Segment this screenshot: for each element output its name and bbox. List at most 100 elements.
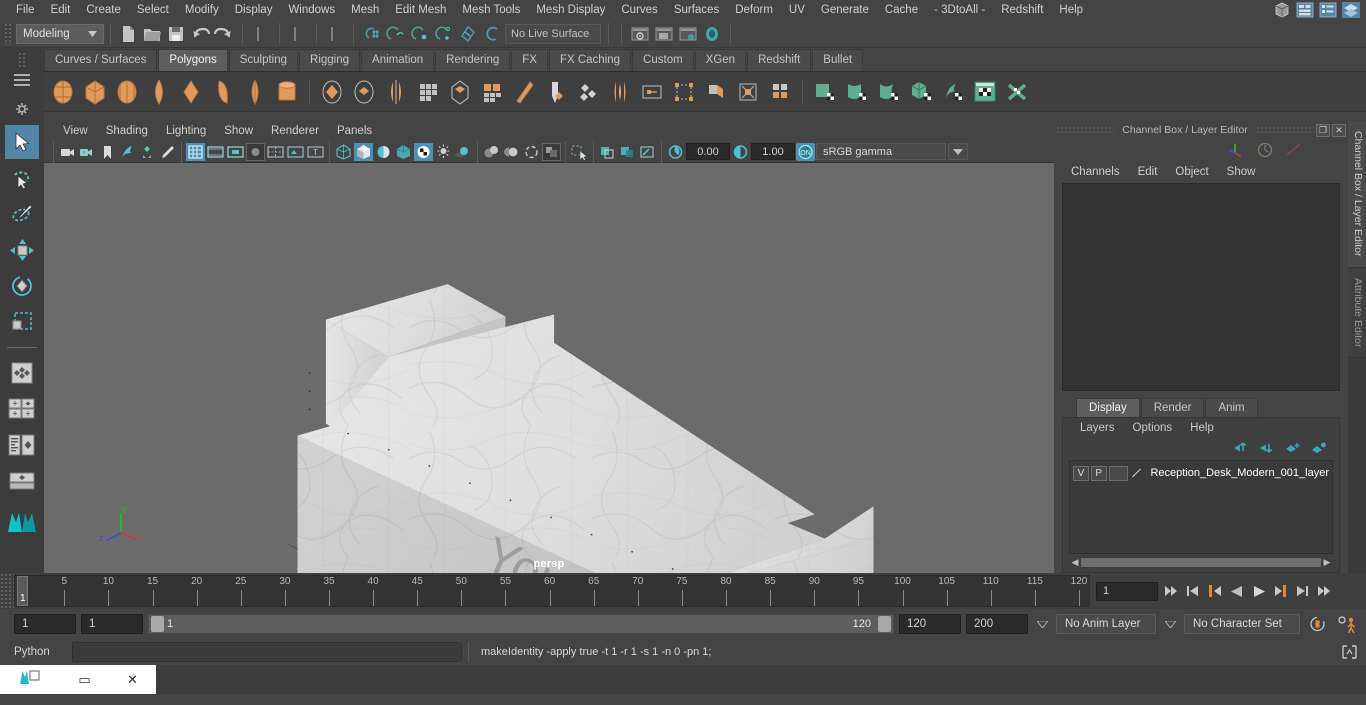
poly-plane-icon[interactable] bbox=[208, 76, 238, 108]
snap-to-grid-icon[interactable] bbox=[361, 23, 383, 45]
snap-to-curve-icon[interactable] bbox=[385, 23, 407, 45]
current-time-indicator[interactable]: 1 bbox=[17, 576, 28, 606]
vtab-attribute-editor[interactable]: Attribute Editor bbox=[1348, 267, 1366, 358]
range-left-handle[interactable] bbox=[151, 616, 164, 632]
menu-modify[interactable]: Modify bbox=[177, 0, 227, 20]
menu-generate[interactable]: Generate bbox=[813, 0, 877, 20]
layer-name[interactable]: Reception_Desk_Modern_001_layer bbox=[1145, 467, 1329, 479]
motion-blur-icon[interactable] bbox=[502, 143, 521, 161]
shelf-tab-redshift[interactable]: Redshift bbox=[747, 49, 812, 71]
safe-action-icon[interactable] bbox=[286, 143, 305, 161]
gamma-icon[interactable] bbox=[731, 143, 750, 161]
scroll-thumb[interactable] bbox=[1081, 557, 1321, 567]
step-back-keyframe-icon[interactable] bbox=[1183, 582, 1202, 601]
time-slider-grip[interactable] bbox=[0, 573, 14, 609]
viewport-menu-renderer[interactable]: Renderer bbox=[262, 125, 328, 137]
snap-to-view-plane-icon[interactable] bbox=[457, 23, 479, 45]
render-settings-icon[interactable] bbox=[677, 23, 699, 45]
move-layer-up-icon[interactable] bbox=[1233, 441, 1249, 455]
image-plane-icon[interactable] bbox=[118, 143, 137, 161]
statusbar-grip[interactable] bbox=[4, 22, 12, 45]
new-scene-icon[interactable] bbox=[117, 23, 139, 45]
character-set-dropdown-arrow[interactable] bbox=[1161, 614, 1179, 634]
field-chart-icon[interactable] bbox=[266, 143, 285, 161]
vtab-channel-box-layer-editor[interactable]: Channel Box / Layer Editor bbox=[1348, 121, 1366, 268]
viewport-menu-panels[interactable]: Panels bbox=[328, 125, 381, 137]
character-set-combo[interactable]: No Character Set bbox=[1184, 614, 1300, 634]
play-forwards-icon[interactable] bbox=[1249, 582, 1268, 601]
layer-menu-help[interactable]: Help bbox=[1181, 422, 1223, 434]
smooth-shade-icon[interactable] bbox=[354, 142, 373, 161]
shelf-menu-icon[interactable] bbox=[14, 74, 30, 86]
menu-surfaces[interactable]: Surfaces bbox=[666, 0, 727, 20]
depth-of-field-icon[interactable] bbox=[542, 142, 561, 161]
menu-redshift[interactable]: Redshift bbox=[993, 0, 1051, 20]
poly-pipe-icon[interactable] bbox=[272, 76, 302, 108]
xray-active-components-icon[interactable] bbox=[638, 143, 657, 161]
safe-title-icon[interactable]: T bbox=[306, 143, 325, 161]
current-frame-field[interactable]: 1 bbox=[1096, 581, 1158, 601]
poly-offset-edge-loop-icon[interactable] bbox=[701, 76, 731, 108]
uv-planar-icon[interactable] bbox=[810, 76, 840, 108]
poly-bevel-icon[interactable] bbox=[477, 76, 507, 108]
gate-mask-icon[interactable] bbox=[246, 142, 265, 161]
make-live-icon[interactable] bbox=[481, 23, 503, 45]
attribute-editor-icon[interactable] bbox=[1318, 0, 1338, 20]
isolate-select-icon[interactable] bbox=[570, 143, 589, 161]
poly-append-icon[interactable] bbox=[637, 76, 667, 108]
viewport-menu-lighting[interactable]: Lighting bbox=[157, 125, 215, 137]
shelf-tab-animation[interactable]: Animation bbox=[361, 49, 435, 71]
shaded-wireframe-icon[interactable] bbox=[374, 143, 393, 161]
lasso-select-tool[interactable] bbox=[5, 161, 39, 195]
poly-crease-icon[interactable] bbox=[733, 76, 763, 108]
uv-cut-icon[interactable] bbox=[1002, 76, 1032, 108]
channel-box-menu-object[interactable]: Object bbox=[1166, 166, 1217, 178]
shaded-textured-icon[interactable] bbox=[414, 142, 433, 161]
menu-deform[interactable]: Deform bbox=[727, 0, 781, 20]
undock-icon[interactable]: ❐ bbox=[1316, 123, 1330, 137]
tab-display[interactable]: Display bbox=[1076, 398, 1140, 417]
clock-icon[interactable] bbox=[1256, 141, 1274, 159]
shelf-tab-fx[interactable]: FX bbox=[511, 49, 548, 71]
color-space-field[interactable]: sRGB gamma bbox=[816, 143, 946, 160]
bookmark-icon[interactable] bbox=[98, 143, 117, 161]
grease-pencil-icon[interactable] bbox=[158, 143, 177, 161]
viewport-menu-shading[interactable]: Shading bbox=[97, 125, 157, 137]
select-by-object-icon[interactable] bbox=[287, 23, 309, 45]
minimize-icon[interactable]: ▭ bbox=[78, 672, 90, 688]
select-tool[interactable] bbox=[5, 125, 39, 159]
shelf-tab-rigging[interactable]: Rigging bbox=[299, 49, 361, 71]
shelf-tab-fx-caching[interactable]: FX Caching bbox=[548, 49, 632, 71]
ipr-render-icon[interactable] bbox=[701, 23, 723, 45]
use-default-material-icon[interactable] bbox=[394, 143, 413, 161]
channel-box-content[interactable] bbox=[1062, 183, 1340, 391]
shelf-tab-curves-surfaces[interactable]: Curves / Surfaces bbox=[44, 49, 158, 71]
maya-app-icon[interactable] bbox=[18, 667, 42, 692]
shelf-options-gear-icon[interactable] bbox=[15, 102, 29, 121]
open-scene-icon[interactable] bbox=[141, 23, 163, 45]
poly-combine-icon[interactable] bbox=[317, 76, 347, 108]
shelf-grip[interactable] bbox=[18, 52, 26, 68]
xray-joints-icon[interactable] bbox=[618, 143, 637, 161]
redo-icon[interactable] bbox=[213, 23, 235, 45]
go-to-end-icon[interactable] bbox=[1315, 582, 1334, 601]
poly-mirror-icon[interactable] bbox=[381, 76, 411, 108]
range-start-field[interactable]: 1 bbox=[81, 614, 143, 634]
menu-uv[interactable]: UV bbox=[781, 0, 813, 20]
range-slider[interactable]: 1 120 bbox=[148, 614, 894, 634]
channel-box-icon[interactable] bbox=[1295, 0, 1315, 20]
outliner-panel-tool[interactable] bbox=[5, 464, 39, 498]
poly-torus-icon[interactable] bbox=[176, 76, 206, 108]
menu-curves[interactable]: Curves bbox=[613, 0, 665, 20]
step-forward-frame-icon[interactable] bbox=[1271, 582, 1290, 601]
menu-cache[interactable]: Cache bbox=[877, 0, 926, 20]
layer-color-swatch[interactable] bbox=[1108, 465, 1129, 481]
render-current-frame-icon[interactable] bbox=[653, 23, 675, 45]
script-editor-icon[interactable] bbox=[1338, 642, 1360, 662]
animation-preferences-icon[interactable] bbox=[1334, 615, 1360, 634]
poly-reduce-icon[interactable] bbox=[765, 76, 795, 108]
exposure-field[interactable]: 0.00 bbox=[686, 143, 730, 160]
layer-row[interactable]: V P Reception_Desk_Modern_001_layer bbox=[1070, 464, 1332, 482]
menu-edit-mesh[interactable]: Edit Mesh bbox=[387, 0, 454, 20]
poly-cylinder-icon[interactable] bbox=[112, 76, 142, 108]
